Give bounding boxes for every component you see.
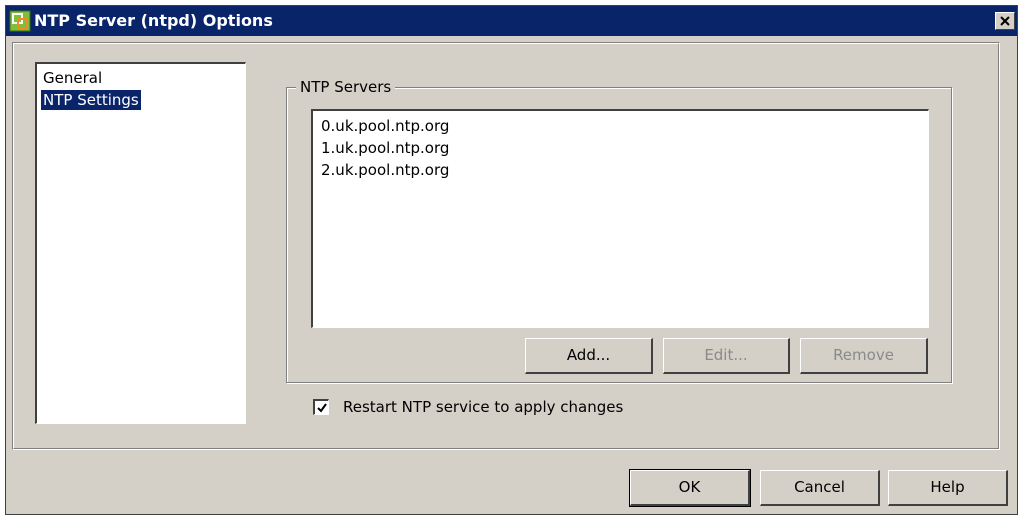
nav-item-general[interactable]: General: [41, 68, 104, 88]
remove-button[interactable]: Remove: [800, 338, 928, 374]
cancel-button[interactable]: Cancel: [760, 470, 880, 506]
ntp-server-list[interactable]: 0.uk.pool.ntp.org 1.uk.pool.ntp.org 2.uk…: [311, 109, 929, 328]
list-item[interactable]: 1.uk.pool.ntp.org: [321, 137, 449, 159]
vsphere-app-icon: [9, 10, 31, 32]
add-button[interactable]: Add...: [525, 338, 653, 374]
window-title: NTP Server (ntpd) Options: [34, 11, 273, 30]
ntp-servers-group-label: NTP Servers: [296, 78, 396, 96]
help-button[interactable]: Help: [888, 470, 1008, 506]
title-bar[interactable]: NTP Server (ntpd) Options: [6, 6, 1017, 36]
ok-button[interactable]: OK: [629, 469, 751, 507]
restart-service-checkbox[interactable]: [313, 399, 329, 415]
settings-nav-list[interactable]: General NTP Settings: [35, 62, 246, 424]
list-item[interactable]: 2.uk.pool.ntp.org: [321, 159, 449, 181]
list-item[interactable]: 0.uk.pool.ntp.org: [321, 115, 449, 137]
edit-button[interactable]: Edit...: [663, 338, 790, 374]
close-button[interactable]: [995, 12, 1015, 30]
checkmark-icon: [317, 403, 327, 413]
close-icon: [1000, 16, 1010, 26]
nav-item-ntp-settings[interactable]: NTP Settings: [40, 89, 142, 111]
restart-service-label[interactable]: Restart NTP service to apply changes: [343, 398, 623, 416]
